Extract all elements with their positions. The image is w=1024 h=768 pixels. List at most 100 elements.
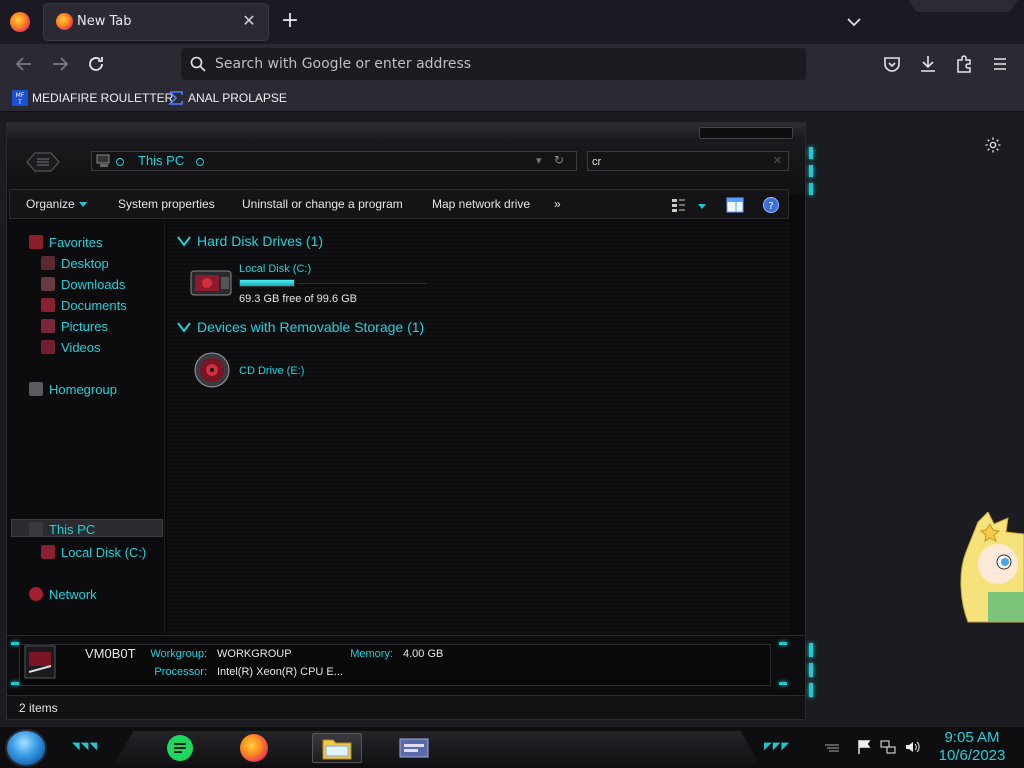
reload-icon [89, 57, 103, 71]
forward-button[interactable] [48, 52, 72, 76]
folder-icon [322, 739, 352, 760]
group-title: Hard Disk Drives (1) [197, 233, 324, 249]
hard-drive-icon[interactable] [189, 265, 233, 301]
address-bar[interactable]: This PC ▾ ↻ [91, 151, 577, 171]
gear-icon[interactable] [984, 136, 1002, 154]
frame-accent [809, 147, 813, 159]
clear-search-icon[interactable]: ✕ [773, 154, 782, 167]
frame-accent [11, 682, 19, 685]
sidebar-item-videos[interactable]: Videos [41, 338, 101, 356]
star-icon [29, 235, 43, 249]
view-dropdown-button[interactable] [694, 199, 706, 213]
memory-label: Memory: [350, 648, 393, 660]
bookmark-label: ANAL PROLAPSE [188, 91, 287, 105]
group-header-removable-storage[interactable]: Devices with Removable Storage (1) [177, 319, 424, 335]
new-tab-button[interactable]: + [278, 9, 302, 33]
bookmark-item[interactable]: ANAL PROLAPSE [168, 89, 287, 107]
new-tab-page: This PC ▾ ↻ ✕ Organize System properties… [0, 112, 1024, 726]
reload-button[interactable] [84, 52, 108, 76]
sidebar-label: Local Disk (C:) [61, 544, 147, 560]
breadcrumb-separator[interactable] [196, 158, 204, 166]
uninstall-program-button[interactable]: Uninstall or change a program [242, 197, 403, 211]
processor-value: Intel(R) Xeon(R) CPU E... [217, 666, 343, 678]
firefox-icon [56, 13, 73, 30]
sidebar-item-downloads[interactable]: Downloads [41, 275, 125, 293]
sidebar-item-documents[interactable]: Documents [41, 296, 127, 314]
url-input[interactable] [215, 52, 795, 76]
firefox-view-icon[interactable] [10, 12, 30, 32]
downloads-button[interactable] [916, 52, 940, 76]
explorer-search-box[interactable]: ✕ [587, 151, 789, 171]
view-options-icon[interactable] [670, 196, 688, 214]
frame-accent [809, 663, 813, 677]
drive-name-c[interactable]: Local Disk (C:) [239, 263, 311, 275]
list-all-tabs-button[interactable] [842, 10, 866, 34]
start-button[interactable] [7, 731, 45, 765]
explorer-search-input[interactable] [592, 154, 762, 169]
organize-button[interactable]: Organize [26, 197, 87, 211]
preview-pane-icon[interactable] [726, 196, 744, 214]
drive-name-e[interactable]: CD Drive (E:) [239, 365, 304, 377]
url-bar[interactable] [181, 48, 806, 80]
system-properties-button[interactable]: System properties [118, 197, 215, 211]
workgroup-value: WORKGROUP [217, 648, 292, 660]
group-title: Devices with Removable Storage (1) [197, 319, 425, 335]
cartoon-character-sticker [960, 512, 1024, 623]
sidebar-item-homegroup[interactable]: Homegroup [29, 380, 117, 398]
group-header-hard-disk-drives[interactable]: Hard Disk Drives (1) [177, 233, 323, 249]
sidebar-item-network[interactable]: Network [29, 585, 97, 603]
download-icon [921, 56, 935, 72]
sidebar-label: Documents [61, 297, 127, 313]
sidebar-item-local-disk[interactable]: Local Disk (C:) [41, 543, 146, 561]
show-desktop-icon[interactable] [824, 739, 840, 755]
arrow-right-icon [53, 57, 69, 71]
pocket-button[interactable] [880, 52, 904, 76]
frame-accent [809, 183, 813, 195]
help-icon[interactable]: ? [762, 196, 780, 214]
network-tray-icon[interactable] [880, 739, 896, 755]
taskbar-frame [114, 731, 760, 765]
computer-icon [29, 522, 43, 536]
taskbar-app-control-panel[interactable] [392, 733, 436, 763]
map-network-drive-button[interactable]: Map network drive [432, 197, 530, 211]
refresh-icon[interactable]: ↻ [554, 153, 564, 167]
downloads-icon [41, 277, 55, 291]
file-list-area: Hard Disk Drives (1) Local Disk (C:) 69.… [167, 221, 789, 633]
status-bar: 2 items [7, 695, 805, 719]
clock-date: 10/6/2023 [938, 747, 1006, 764]
drive-usage-bar [239, 279, 295, 287]
tab-new-tab[interactable]: New Tab ✕ [44, 4, 268, 40]
sidebar-item-desktop[interactable]: Desktop [41, 254, 109, 272]
menu-button[interactable] [988, 52, 1012, 76]
sidebar-item-pictures[interactable]: Pictures [41, 317, 108, 335]
address-path[interactable]: This PC [138, 153, 184, 168]
notes-app-icon [167, 735, 193, 761]
organize-label: Organize [26, 197, 75, 211]
clock-time: 9:05 AM [944, 729, 1000, 746]
workgroup-label: Workgroup: [150, 648, 207, 660]
pictures-icon [41, 319, 55, 333]
desktop-icon [41, 256, 55, 270]
back-forward-orb-icon[interactable] [25, 151, 61, 173]
hamburger-icon [994, 58, 1006, 70]
taskbar-app-notes[interactable] [160, 733, 200, 763]
bookmarks-toolbar: MF T MEDIAFIRE ROULETTER ANAL PROLAPSE [0, 84, 1024, 112]
taskbar-app-file-explorer[interactable] [312, 733, 362, 763]
volume-icon[interactable] [904, 739, 920, 755]
extensions-button[interactable] [952, 52, 976, 76]
computer-name: VM0B0T [85, 646, 136, 661]
svg-text:MF: MF [16, 92, 25, 99]
sidebar-item-favorites[interactable]: Favorites [29, 233, 102, 251]
drive-usage-fill [240, 280, 294, 286]
back-button[interactable] [12, 52, 36, 76]
system-clock[interactable]: 9:05 AM 10/6/2023 [930, 729, 1014, 765]
cd-drive-icon[interactable] [193, 351, 231, 389]
close-tab-button[interactable]: ✕ [238, 10, 260, 32]
frame-accent [11, 642, 19, 645]
taskbar-app-firefox[interactable] [234, 733, 274, 763]
chevron-down-icon[interactable]: ▾ [536, 154, 542, 167]
more-commands-button[interactable]: » [554, 197, 561, 211]
flag-icon[interactable] [856, 739, 872, 755]
sidebar-item-this-pc[interactable]: This PC [29, 520, 95, 538]
bookmark-item[interactable]: MF T MEDIAFIRE ROULETTER [12, 89, 173, 107]
